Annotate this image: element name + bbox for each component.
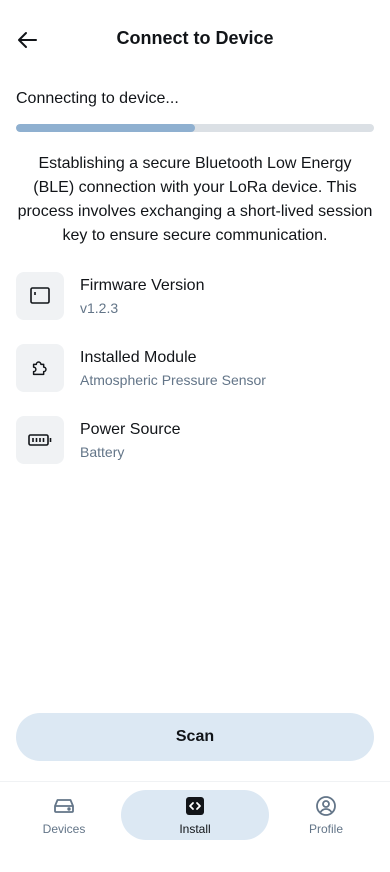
- info-value: Atmospheric Pressure Sensor: [80, 372, 266, 388]
- info-item-firmware: Firmware Version v1.2.3: [16, 272, 374, 320]
- connection-status: Connecting to device...: [16, 90, 179, 107]
- connection-description: Establishing a secure Bluetooth Low Ener…: [17, 155, 373, 244]
- info-value: Battery: [80, 444, 125, 460]
- info-item-module: Installed Module Atmospheric Pressure Se…: [16, 344, 374, 392]
- nav-label: Install: [179, 822, 211, 836]
- nav-item-profile[interactable]: Profile: [286, 790, 366, 840]
- info-value: v1.2.3: [80, 300, 119, 316]
- device-icon: [54, 799, 74, 813]
- info-label: Power Source: [80, 421, 181, 438]
- profile-icon: [316, 796, 336, 816]
- nav-label: Profile: [308, 822, 343, 836]
- info-label: Installed Module: [80, 349, 197, 366]
- progress-bar: [16, 124, 374, 132]
- device-info-list: Firmware Version v1.2.3 Installed Module…: [16, 272, 374, 488]
- nav-item-devices[interactable]: Devices: [24, 790, 104, 840]
- info-label: Firmware Version: [80, 277, 205, 294]
- progress-fill: [16, 124, 195, 132]
- bottom-navigation: Devices Install Profile: [0, 781, 390, 872]
- firmware-icon: [16, 272, 64, 320]
- battery-icon: [16, 416, 64, 464]
- puzzle-icon: [16, 344, 64, 392]
- app-header: Connect to Device: [0, 0, 390, 80]
- info-item-power: Power Source Battery: [16, 416, 374, 464]
- scan-button[interactable]: Scan: [16, 713, 374, 761]
- nav-item-install[interactable]: Install: [121, 790, 269, 840]
- code-icon: [186, 797, 204, 815]
- nav-label: Devices: [42, 822, 86, 836]
- page-title: Connect to Device: [116, 28, 274, 48]
